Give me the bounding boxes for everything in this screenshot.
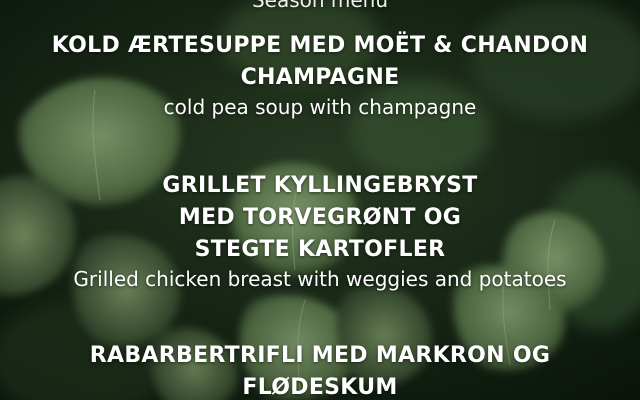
course-main: GRILLET KYLLINGEBRYST MED TORVEGRØNT OG … — [0, 170, 640, 292]
course-title-line: MED TORVEGRØNT OG — [178, 205, 462, 230]
season-menu-heading: Season menu — [251, 0, 389, 12]
course-title-line: CHAMPAGNE — [240, 65, 400, 90]
course-description: Grilled chicken breast with weggies and … — [73, 267, 567, 291]
course-title-line: FLØDESKUM — [242, 375, 398, 400]
course-description: cold pea soup with champagne — [163, 95, 477, 119]
course-title-line: RABARBERTRIFLI MED MARKRON OG — [89, 343, 551, 368]
course-title-line: KOLD ÆRTESUPPE MED MOËT & CHANDON — [51, 33, 589, 58]
course-title-line: GRILLET KYLLINGEBRYST — [162, 173, 478, 198]
course-starter: KOLD ÆRTESUPPE MED MOËT & CHANDON CHAMPA… — [0, 30, 640, 120]
course-dessert: RABARBERTRIFLI MED MARKRON OG FLØDESKUM — [0, 340, 640, 400]
course-title-line: STEGTE KARTOFLER — [194, 237, 446, 262]
